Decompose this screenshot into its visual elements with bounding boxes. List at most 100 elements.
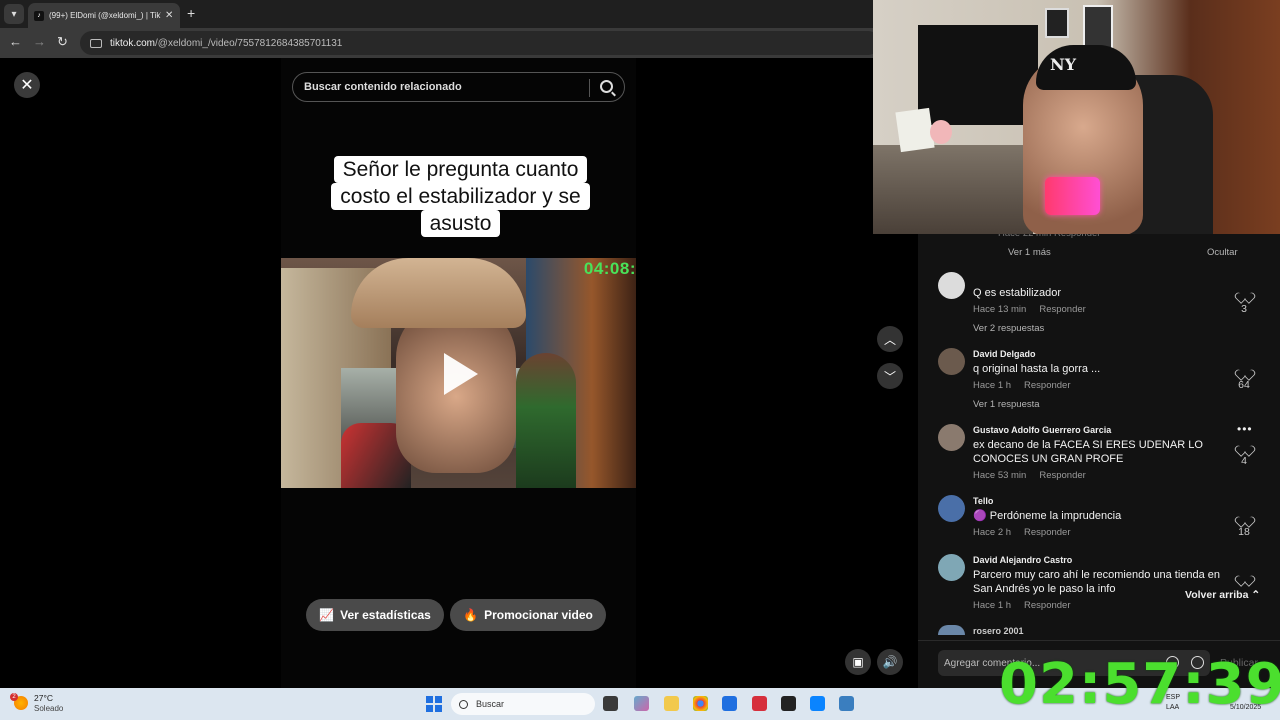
obs-icon[interactable] xyxy=(781,696,796,711)
screen: ▾ ♪ (99+) ElDomi (@xeldomi_) | TikTok ✕ … xyxy=(0,0,1280,720)
stream-timer: 02:57:39 xyxy=(999,652,1280,717)
hide-replies[interactable]: Ocultar xyxy=(1207,247,1238,258)
video-caption: Señor le pregunta cuanto costo el estabi… xyxy=(320,156,601,237)
video-frame[interactable]: 04:08: xyxy=(281,258,636,488)
video-viewer: ✕ Buscar contenido relacionado Señor le … xyxy=(0,58,918,688)
reply-link[interactable]: Responder xyxy=(1024,380,1070,391)
browser-tab[interactable]: ♪ (99+) ElDomi (@xeldomi_) | TikTok ✕ xyxy=(28,3,180,28)
caption-line-2: costo el estabilizador y se xyxy=(331,183,590,210)
comment-username[interactable]: Gustavo Adolfo Guerrero Garcia xyxy=(973,425,1111,435)
close-viewer-button[interactable]: ✕ xyxy=(14,72,40,98)
webcam-pig-figurine xyxy=(930,120,952,144)
promote-video-button[interactable]: 🔥 Promocionar video xyxy=(450,599,606,631)
tab-title: (99+) ElDomi (@xeldomi_) | TikTok xyxy=(49,11,161,20)
weather-condition: Soleado xyxy=(34,704,64,713)
search-divider xyxy=(589,79,590,97)
comment-text: q original hasta la gorra ... xyxy=(973,363,1101,375)
heart-icon[interactable] xyxy=(1239,365,1250,375)
play-icon[interactable] xyxy=(444,353,478,395)
comment-username[interactable]: rosero 2001 xyxy=(973,626,1024,636)
like-count: 64 xyxy=(1238,379,1250,391)
tab-search-button[interactable]: ▾ xyxy=(4,4,24,24)
related-search-input[interactable]: Buscar contenido relacionado xyxy=(292,72,625,102)
heart-icon[interactable] xyxy=(1239,571,1250,581)
file-explorer-icon[interactable] xyxy=(664,696,679,711)
video-scene-cap xyxy=(351,258,526,328)
heart-icon[interactable] xyxy=(1239,441,1250,451)
back-arrow-icon[interactable]: ← xyxy=(9,34,22,49)
webcam-desk xyxy=(873,145,1033,234)
webcam-microphone xyxy=(1045,177,1100,215)
avatar[interactable] xyxy=(938,495,965,522)
edge-icon[interactable] xyxy=(810,696,825,711)
taskbar-search[interactable]: Buscar xyxy=(451,693,595,715)
reply-link[interactable]: Responder xyxy=(1039,304,1085,315)
comment-time: Hace 1 h xyxy=(973,600,1012,611)
caption-line-1: Señor le pregunta cuanto xyxy=(333,156,588,183)
view-stats-button[interactable]: 📈 Ver estadísticas xyxy=(306,599,444,631)
taskbar-search-label: Buscar xyxy=(476,699,505,709)
promote-video-label: Promocionar video xyxy=(484,608,593,622)
store-icon[interactable] xyxy=(722,696,737,711)
app-window-icon[interactable] xyxy=(839,696,854,711)
comment-meta: Hace 13 min Responder xyxy=(973,304,1099,315)
reply-link[interactable]: Responder xyxy=(1024,527,1070,538)
new-tab-button[interactable]: + xyxy=(187,5,195,21)
heart-icon[interactable] xyxy=(1239,512,1250,522)
comment-meta: Hace 1 h Responder xyxy=(973,380,1084,391)
chart-line-icon: 📈 xyxy=(319,608,335,622)
webcam-overlay: NY xyxy=(873,0,1280,234)
more-options-icon[interactable]: ••• xyxy=(1237,422,1253,436)
forward-arrow-icon[interactable]: → xyxy=(33,34,46,49)
see-more-replies[interactable]: Ver 1 más xyxy=(1008,247,1051,258)
url-domain: tiktok.com xyxy=(110,37,156,49)
avatar[interactable] xyxy=(938,625,965,635)
comment-text: Q es estabilizador xyxy=(973,287,1062,299)
like-count: 3 xyxy=(1241,303,1247,315)
url-path: /@xeldomi_/video/7557812684385701131 xyxy=(155,37,343,49)
site-info-icon[interactable] xyxy=(90,38,102,48)
avatar[interactable] xyxy=(938,424,965,451)
next-video-button[interactable]: ﹀ xyxy=(877,363,903,389)
heart-icon[interactable] xyxy=(1239,288,1250,298)
reload-icon[interactable]: ↻ xyxy=(57,34,68,50)
comment-meta: Hace 53 min Responder xyxy=(973,470,1099,481)
copilot-icon[interactable] xyxy=(634,696,649,711)
reply-link[interactable]: Responder xyxy=(1039,470,1085,481)
chrome-icon[interactable] xyxy=(693,696,708,711)
windows-start-icon[interactable] xyxy=(426,696,442,712)
search-placeholder: Buscar contenido relacionado xyxy=(304,81,462,93)
app-x-icon[interactable] xyxy=(752,696,767,711)
url-input[interactable]: tiktok.com/@xeldomi_/video/7557812684385… xyxy=(80,31,880,55)
notification-badge: 2 xyxy=(10,693,18,701)
like-count: 18 xyxy=(1238,526,1250,538)
view-replies-link[interactable]: Ver 1 respuesta xyxy=(973,399,1040,410)
view-stats-label: Ver estadísticas xyxy=(340,608,431,622)
avatar[interactable] xyxy=(938,272,965,299)
webcam-wall-frame xyxy=(1045,8,1069,38)
comment-username[interactable]: David Alejandro Castro xyxy=(973,555,1072,565)
avatar[interactable] xyxy=(938,554,965,581)
previous-video-button[interactable]: ︿ xyxy=(877,326,903,352)
comment-username[interactable]: David Delgado xyxy=(973,349,1036,359)
comment-username[interactable]: Tello xyxy=(973,496,993,506)
picture-in-picture-icon[interactable]: ▣ xyxy=(845,649,871,675)
like-count: 4 xyxy=(1241,455,1247,467)
comment-time: Hace 2 h xyxy=(973,527,1012,538)
avatar[interactable] xyxy=(938,348,965,375)
search-icon xyxy=(459,699,468,709)
flame-icon: 🔥 xyxy=(463,608,479,622)
task-view-icon[interactable] xyxy=(603,696,618,711)
view-replies-link[interactable]: Ver 2 respuestas xyxy=(973,323,1044,334)
comment-time: Hace 53 min xyxy=(973,470,1027,481)
volume-icon[interactable]: 🔊 xyxy=(877,649,903,675)
back-to-top-button[interactable]: Volver arriba ⌃ xyxy=(1185,589,1260,601)
search-icon[interactable] xyxy=(600,80,613,93)
comment-meta: Hace 2 h Responder xyxy=(973,527,1084,538)
webcam-tv xyxy=(918,25,1038,125)
comment-time: Hace 13 min xyxy=(973,304,1027,315)
reply-link[interactable]: Responder xyxy=(1024,600,1070,611)
tab-close-icon[interactable]: ✕ xyxy=(165,10,173,21)
caption-line-3: asusto xyxy=(420,210,501,237)
temperature: 27°C xyxy=(34,693,53,703)
